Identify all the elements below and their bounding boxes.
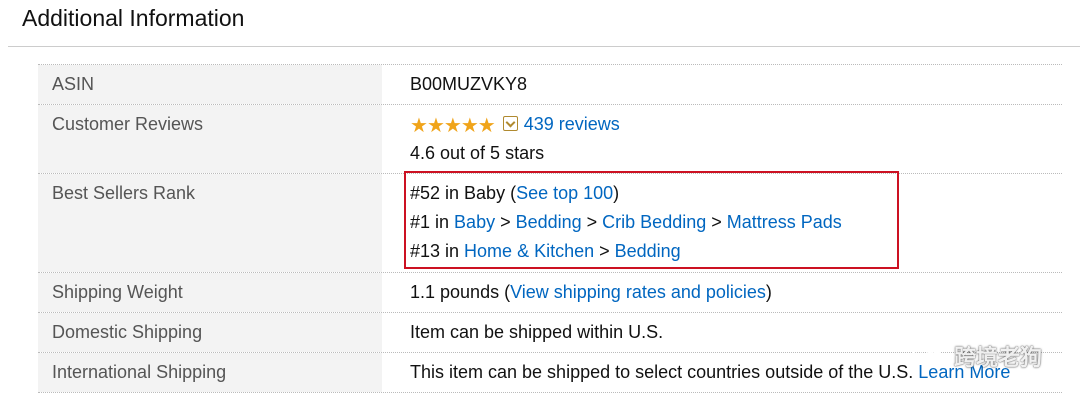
- customer-reviews-value: ★★★★★ 439 reviews 4.6 out of 5 stars: [382, 105, 1062, 173]
- domestic-shipping-label: Domestic Shipping: [38, 313, 382, 352]
- shipping-weight-label: Shipping Weight: [38, 273, 382, 312]
- shipping-weight-value: 1.1 pounds (View shipping rates and poli…: [382, 273, 1062, 312]
- weight-text: ): [765, 282, 772, 302]
- star-rating-icon[interactable]: ★★★★★: [410, 116, 496, 136]
- international-shipping-label: International Shipping: [38, 353, 382, 392]
- row-customer-reviews: Customer Reviews ★★★★★ 439 reviews 4.6 o…: [38, 105, 1062, 174]
- learn-more-link[interactable]: Learn More: [918, 362, 1010, 382]
- rating-dropdown-icon[interactable]: [502, 116, 518, 131]
- international-shipping-text: This item can be shipped to select count…: [410, 362, 914, 382]
- title-divider: [8, 46, 1080, 47]
- row-domestic-shipping: Domestic Shipping Item can be shipped wi…: [38, 313, 1062, 353]
- customer-reviews-label: Customer Reviews: [38, 105, 382, 173]
- asin-value: B00MUZVKY8: [410, 74, 528, 94]
- domestic-shipping-value: Item can be shipped within U.S.: [410, 322, 664, 342]
- section-title: Additional Information: [22, 5, 245, 31]
- best-sellers-rank-label: Best Sellers Rank: [38, 174, 382, 272]
- asin-label: ASIN: [38, 65, 382, 104]
- weight-text: 1.1 pounds (: [410, 282, 511, 302]
- rating-text: 4.6 out of 5 stars: [410, 143, 545, 163]
- international-shipping-value: This item can be shipped to select count…: [382, 353, 1062, 392]
- row-asin: ASIN B00MUZVKY8: [38, 65, 1062, 105]
- row-shipping-weight: Shipping Weight 1.1 pounds (View shippin…: [38, 273, 1062, 313]
- shipping-rates-link[interactable]: View shipping rates and policies: [510, 282, 766, 302]
- rank-highlight-box: [404, 171, 899, 269]
- reviews-link[interactable]: 439 reviews: [524, 114, 620, 134]
- row-international-shipping: International Shipping This item can be …: [38, 353, 1062, 393]
